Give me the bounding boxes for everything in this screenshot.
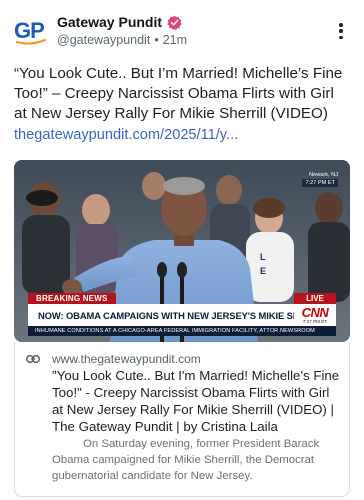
separator-dot: •: [154, 33, 159, 47]
corner-time: 7:27 PM ET: [302, 179, 338, 187]
location-time-overlay: Newark, NJ 7:27 PM ET: [302, 171, 338, 187]
breaking-news-label: BREAKING NEWS: [28, 293, 116, 304]
verified-badge-icon: [167, 15, 182, 30]
news-headline: NOW: OBAMA CAMPAIGNS WITH NEW JERSEY'S M…: [28, 304, 294, 326]
link-title[interactable]: "You Look Cute.. But I'm Married! Michel…: [52, 367, 344, 435]
post-link[interactable]: thegatewaypundit.com/2025/11/y...: [14, 127, 238, 143]
gateway-pundit-logo: GP: [14, 18, 47, 45]
link-description: On Saturday evening, former President Ba…: [52, 438, 320, 482]
network-time: 7:27 PM ET: [302, 318, 328, 324]
svg-text:E: E: [260, 266, 266, 276]
video-thumbnail[interactable]: L E Newark, NJ 7:27 PM ET BREAKING NEWS …: [14, 160, 350, 342]
network-logo: CNN 7:27 PM ET: [294, 304, 336, 326]
post-time[interactable]: 21m: [163, 33, 187, 47]
location-label: Newark, NJ: [309, 172, 338, 178]
post-text: “You Look Cute.. But I’m Married! Michel…: [14, 65, 343, 122]
display-name[interactable]: Gateway Pundit: [57, 14, 162, 30]
link-icon: [26, 354, 40, 364]
more-vertical-icon[interactable]: [332, 22, 350, 40]
live-badge: LIVE: [294, 293, 336, 304]
name-row: Gateway Pundit: [57, 14, 182, 30]
link-preview-card[interactable]: www.thegatewaypundit.com "You Look Cute.…: [14, 342, 350, 497]
svg-text:L: L: [260, 252, 266, 262]
handle-row: @gatewaypundit • 21m: [57, 33, 187, 47]
handle[interactable]: @gatewaypundit: [57, 33, 150, 47]
svg-text:GP: GP: [14, 18, 44, 43]
avatar[interactable]: GP: [14, 16, 48, 46]
link-domain[interactable]: www.thegatewaypundit.com: [52, 352, 201, 366]
news-ticker: INHUMANE CONDITIONS AT A CHICAGO-AREA FE…: [28, 326, 336, 336]
post-card: GP Gateway Pundit @gatewaypundit • 21m “…: [0, 0, 364, 500]
network-name: CNN: [301, 304, 329, 320]
